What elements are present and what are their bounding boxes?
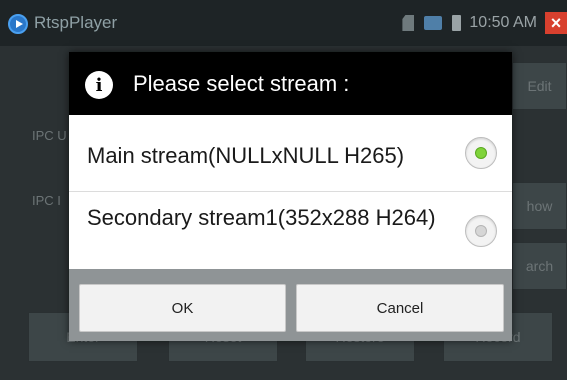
app-icon — [8, 14, 28, 34]
close-icon[interactable]: × — [545, 12, 567, 34]
stream-option-main[interactable]: Main stream(NULLxNULL H265) — [69, 115, 512, 191]
dialog-title: Please select stream : — [133, 71, 350, 96]
clock: 10:50 AM — [469, 14, 537, 31]
show-button: how — [512, 182, 567, 230]
radio-button-selected[interactable] — [465, 137, 497, 169]
stream-option-secondary[interactable]: Secondary stream1(352x288 H264) — [69, 192, 512, 269]
ipc-label-1: IPC U — [32, 128, 67, 143]
ok-button-label: OK — [171, 299, 194, 317]
app-title: RtspPlayer — [34, 13, 118, 32]
edit-button-label: Edit — [527, 78, 552, 94]
sd-card-icon — [402, 15, 415, 31]
cancel-button[interactable]: Cancel — [296, 284, 504, 332]
radio-button-unselected[interactable] — [465, 215, 497, 247]
radio-dot — [475, 147, 487, 159]
app-screen: RtspPlayer 10:50 AM × Edit IPC U IPC I h… — [0, 0, 567, 380]
ok-button[interactable]: OK — [79, 284, 286, 332]
dialog-header: i Please select stream : — [69, 52, 512, 115]
battery-icon — [452, 15, 462, 31]
network-icon — [424, 16, 443, 30]
info-icon: i — [85, 71, 113, 99]
cancel-button-label: Cancel — [376, 299, 424, 317]
search-button: arch — [512, 242, 567, 290]
show-button-label: how — [526, 198, 553, 214]
radio-dot — [475, 225, 487, 237]
stream-option-label: Main stream(NULLxNULL H265) — [87, 143, 405, 168]
ipc-label-2: IPC I — [32, 193, 61, 208]
stream-select-dialog: i Please select stream : Main stream(NUL… — [69, 52, 512, 341]
stream-option-label: Secondary stream1(352x288 H264) — [87, 205, 436, 230]
dialog-button-bar: OK Cancel — [69, 269, 512, 341]
search-button-label: arch — [525, 258, 554, 274]
status-bar: RtspPlayer 10:50 AM × — [0, 0, 567, 46]
edit-button: Edit — [512, 62, 567, 110]
status-icons: 10:50 AM × — [402, 10, 567, 36]
